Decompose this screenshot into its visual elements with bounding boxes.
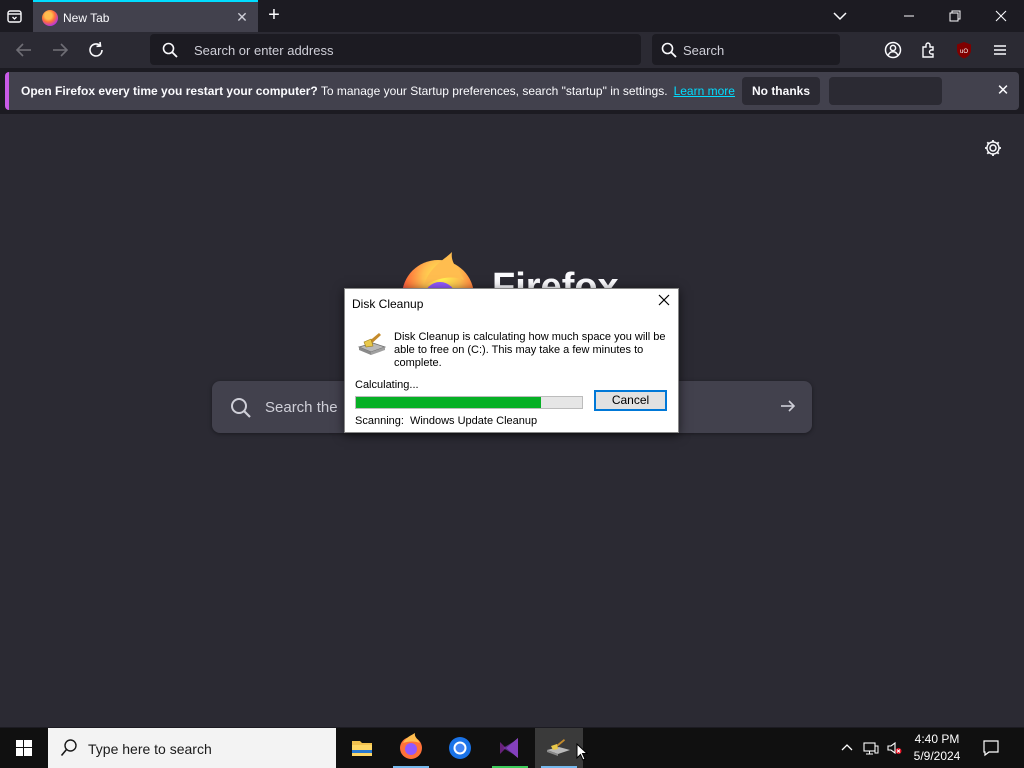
- calculating-status: Calculating...: [355, 379, 419, 391]
- search-icon: [162, 42, 178, 58]
- tab-new-tab[interactable]: New Tab ✕: [33, 0, 258, 32]
- ublock-origin-icon[interactable]: uO: [955, 41, 973, 59]
- arrow-right-icon[interactable]: [778, 396, 798, 416]
- clock-time: 4:40 PM: [914, 732, 960, 746]
- notification-bold-text: Open Firefox every time you restart your…: [21, 84, 318, 98]
- taskbar-search-box[interactable]: Type here to search: [48, 728, 336, 768]
- clock-date: 5/9/2024: [913, 749, 961, 763]
- firefox-icon: [42, 10, 58, 26]
- progress-bar: [355, 396, 583, 409]
- learn-more-link[interactable]: Learn more: [674, 84, 735, 98]
- minimize-button[interactable]: [886, 0, 932, 32]
- tab-strip: New Tab ✕ +: [0, 0, 1024, 32]
- close-tab-icon[interactable]: ✕: [234, 9, 250, 25]
- notification-primary-button[interactable]: [829, 77, 942, 105]
- windows-start-button[interactable]: [0, 728, 48, 768]
- new-tab-search-placeholder: Search the: [265, 399, 338, 416]
- volume-muted-icon[interactable]: [886, 740, 902, 756]
- network-icon[interactable]: [863, 740, 879, 756]
- search-icon: [661, 42, 677, 58]
- notification-message: Open Firefox every time you restart your…: [21, 84, 735, 98]
- tab-title: New Tab: [63, 11, 110, 25]
- chrome-taskbar-button[interactable]: [436, 728, 484, 768]
- file-explorer-taskbar-button[interactable]: [338, 728, 386, 768]
- disk-cleanup-dialog: Disk Cleanup Disk Cleanup is calculating…: [344, 288, 679, 433]
- startup-notification-bar: Open Firefox every time you restart your…: [5, 72, 1019, 110]
- close-notification-icon[interactable]: ✕: [993, 81, 1013, 101]
- progress-fill: [356, 397, 541, 408]
- extensions-icon[interactable]: [920, 41, 938, 59]
- chevron-down-icon[interactable]: [832, 8, 848, 24]
- search-icon: [230, 397, 252, 419]
- search-icon: [60, 738, 78, 758]
- tab-list-icon[interactable]: [6, 8, 24, 24]
- disk-cleanup-icon: [357, 331, 387, 357]
- restore-button[interactable]: [932, 0, 978, 32]
- menu-icon[interactable]: [991, 41, 1009, 59]
- gear-icon[interactable]: [983, 138, 1003, 158]
- firefox-taskbar-button[interactable]: [387, 728, 435, 768]
- new-tab-button[interactable]: +: [264, 5, 284, 26]
- search-bar[interactable]: Search: [652, 34, 840, 65]
- back-arrow-icon[interactable]: [12, 38, 36, 62]
- address-bar[interactable]: Search or enter address: [150, 34, 641, 65]
- no-thanks-button[interactable]: No thanks: [742, 77, 820, 105]
- address-bar-placeholder: Search or enter address: [194, 43, 334, 58]
- scanning-status: Scanning: Windows Update Cleanup: [355, 415, 537, 427]
- chevron-up-icon[interactable]: [839, 740, 855, 756]
- dialog-body: Disk Cleanup is calculating how much spa…: [345, 317, 678, 432]
- notification-center-icon[interactable]: [982, 739, 1000, 757]
- mouse-cursor: [576, 742, 589, 761]
- close-icon[interactable]: [656, 294, 672, 310]
- svg-text:uO: uO: [960, 49, 968, 55]
- account-icon[interactable]: [884, 41, 902, 59]
- dialog-titlebar[interactable]: Disk Cleanup: [345, 289, 678, 317]
- taskbar-search-placeholder: Type here to search: [88, 741, 212, 757]
- search-bar-placeholder: Search: [683, 43, 725, 58]
- screen: New Tab ✕ + Search or enter address Sear…: [0, 0, 1024, 768]
- close-window-button[interactable]: [978, 0, 1024, 32]
- reload-icon[interactable]: [84, 38, 108, 62]
- scanning-value: Windows Update Cleanup: [409, 415, 538, 427]
- notification-text: To manage your Startup preferences, sear…: [317, 84, 668, 98]
- taskbar: Type here to search 4:40 PM 5/9/2024: [0, 728, 1024, 768]
- visual-studio-taskbar-button[interactable]: [486, 728, 534, 768]
- cancel-button[interactable]: Cancel: [594, 390, 667, 411]
- scanning-label: Scanning:: [355, 415, 404, 427]
- system-clock[interactable]: 4:40 PM 5/9/2024: [906, 731, 968, 765]
- forward-arrow-icon[interactable]: [48, 38, 72, 62]
- dialog-description: Disk Cleanup is calculating how much spa…: [394, 331, 666, 369]
- dialog-title: Disk Cleanup: [352, 297, 424, 311]
